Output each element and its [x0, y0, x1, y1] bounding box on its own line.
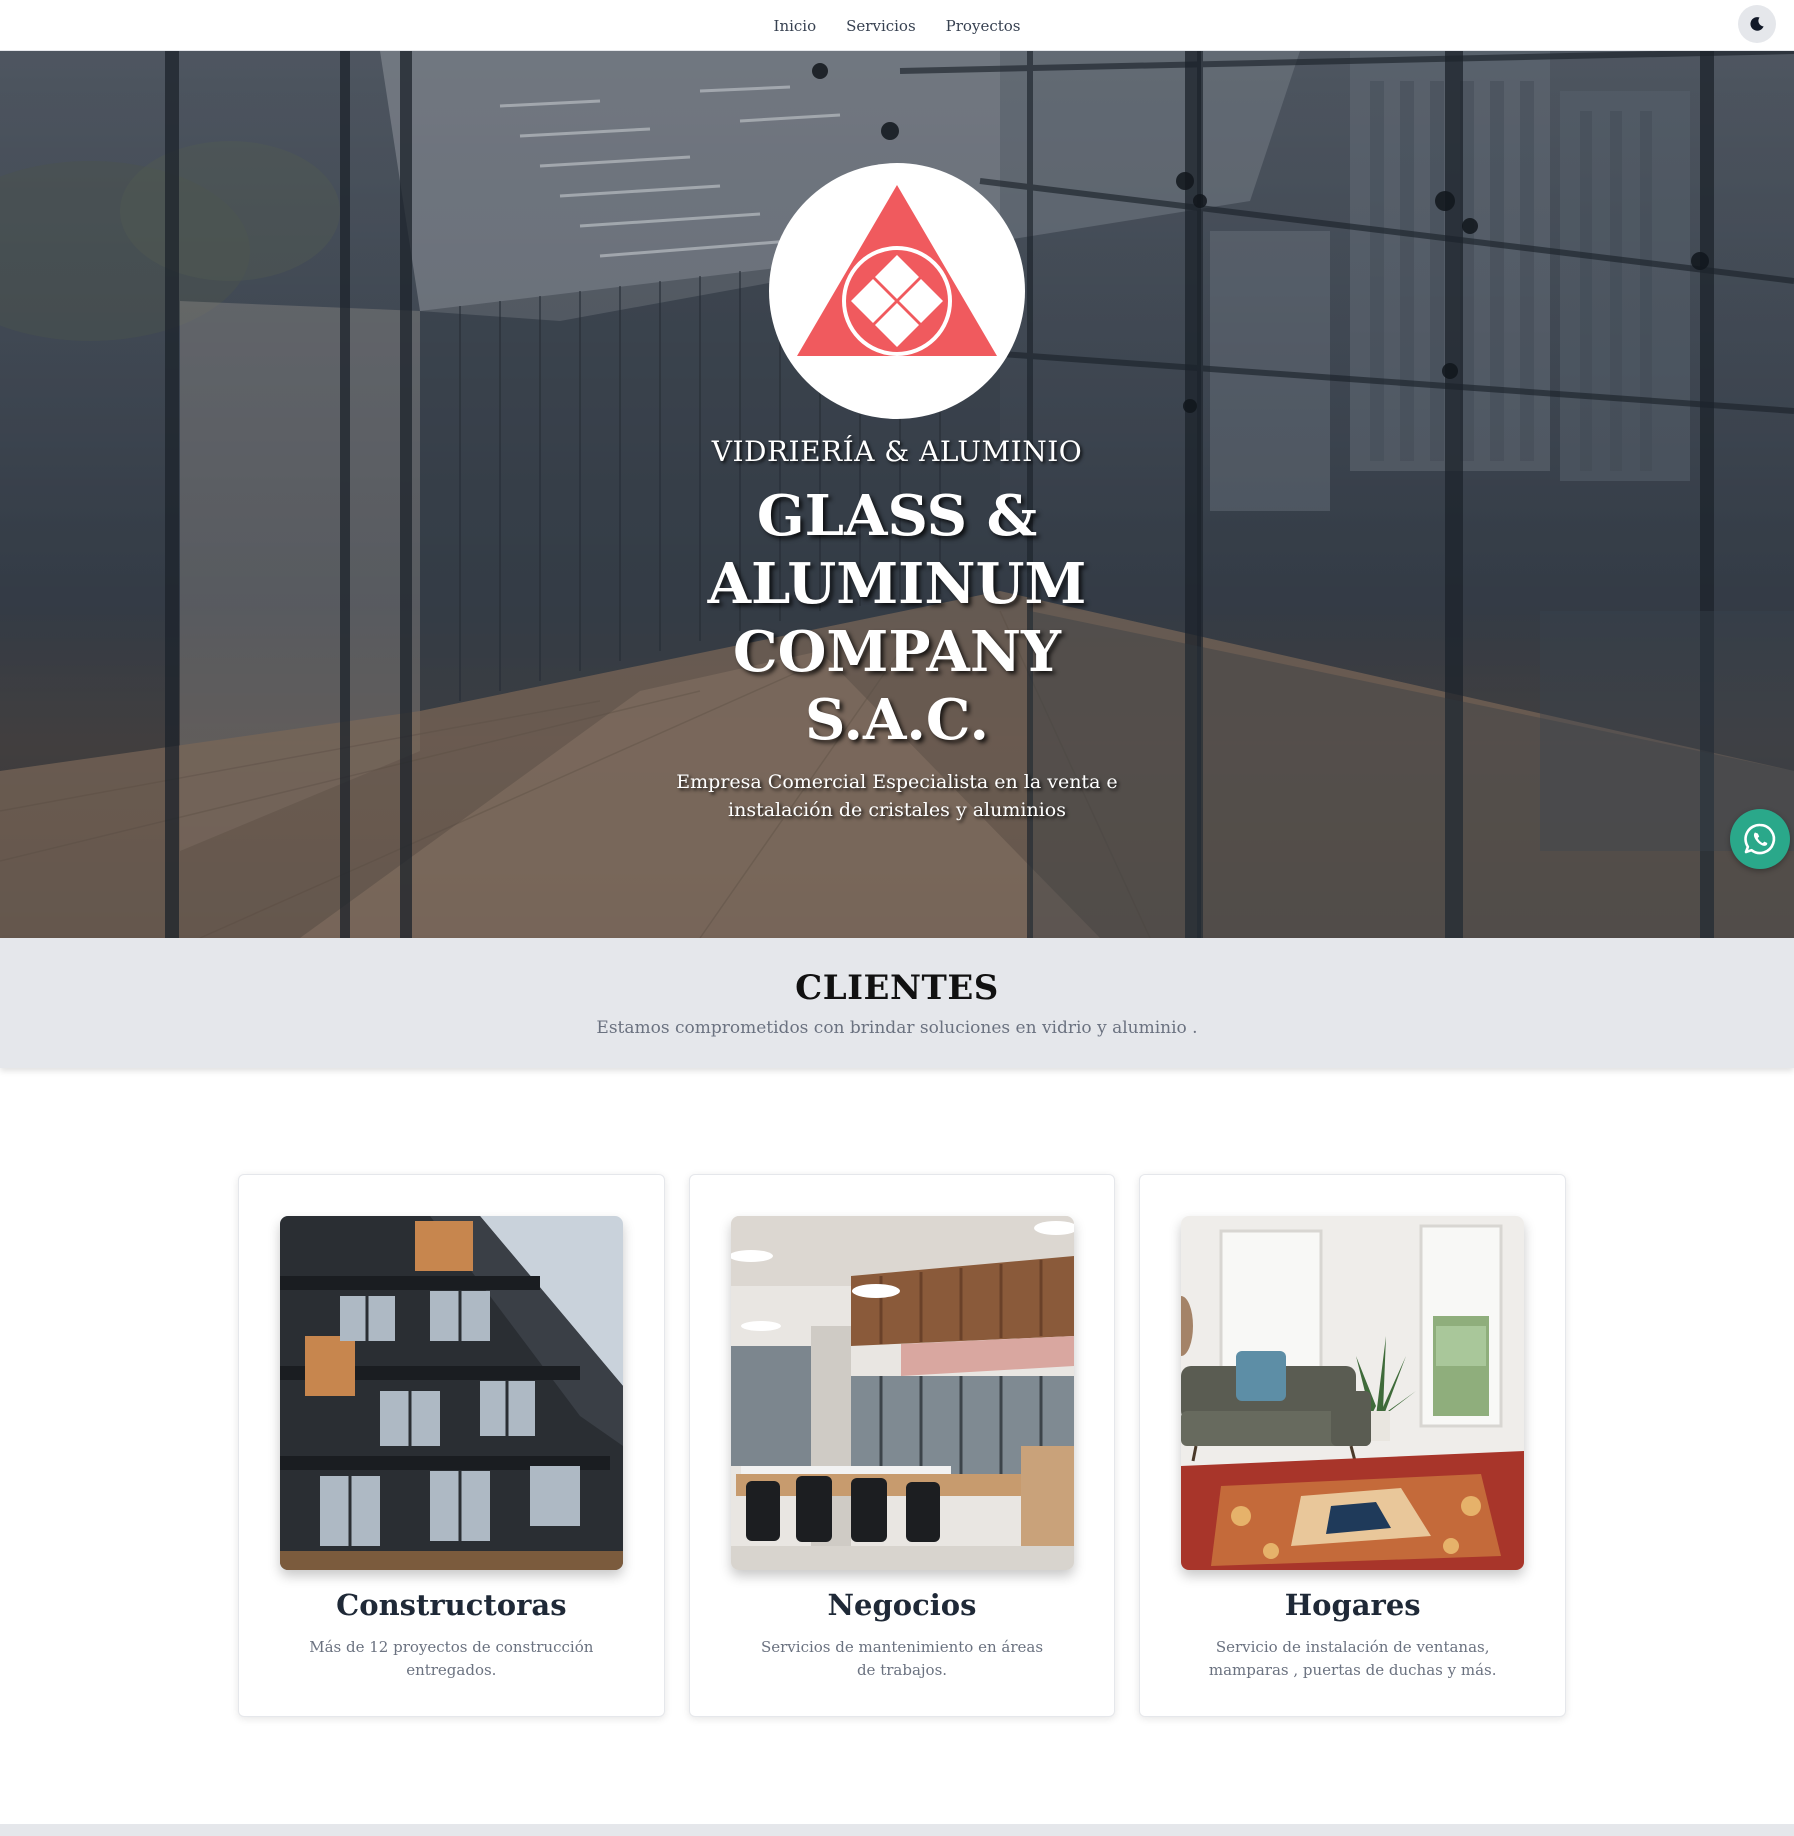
card-negocios: Negocios Servicios de mantenimiento en á… — [688, 1174, 1116, 1717]
clientes-section: CLIENTES Estamos comprometidos con brind… — [0, 938, 1794, 1068]
hero-kicker: VIDRIERÍA & ALUMINIO — [711, 435, 1083, 468]
clientes-subtitle: Estamos comprometidos con brindar soluci… — [596, 1018, 1198, 1038]
card-title: Hogares — [1284, 1588, 1421, 1622]
living-room-image — [1181, 1216, 1525, 1570]
card-hogares: Hogares Servicio de instalación de venta… — [1139, 1174, 1567, 1717]
card-title: Negocios — [827, 1588, 977, 1622]
hero-content: VIDRIERÍA & ALUMINIO GLASS & ALUMINUM CO… — [0, 163, 1794, 824]
card-title: Constructoras — [336, 1588, 567, 1622]
card-description: Servicio de instalación de ventanas, mam… — [1208, 1638, 1497, 1679]
whatsapp-button[interactable] — [1730, 809, 1790, 869]
card-description: Más de 12 proyectos de construcción entr… — [309, 1638, 594, 1679]
logo-badge — [769, 163, 1025, 419]
clientes-title: CLIENTES — [795, 968, 999, 1008]
hero-subtitle: Empresa Comercial Especialista en la ven… — [676, 771, 1118, 821]
triangle-diamond-logo-icon — [797, 185, 997, 356]
top-navbar: Inicio Servicios Proyectos — [0, 0, 1794, 51]
whatsapp-icon — [1744, 823, 1776, 855]
nav-links: Inicio Servicios Proyectos — [0, 0, 1794, 51]
card-description: Servicios de mantenimiento en áreas de t… — [760, 1638, 1044, 1679]
card-constructoras: Constructoras Más de 12 proyectos de con… — [238, 1174, 665, 1717]
nav-link-servicios[interactable]: Servicios — [846, 17, 916, 35]
theme-toggle-button[interactable] — [1738, 5, 1776, 43]
hero-title: GLASS & ALUMINUM COMPANY S.A.C. — [707, 483, 1087, 753]
footer-strip — [0, 1824, 1794, 1836]
client-cards: Constructoras Más de 12 proyectos de con… — [238, 1174, 1567, 1717]
nav-link-inicio[interactable]: Inicio — [774, 17, 817, 35]
nav-link-proyectos[interactable]: Proyectos — [946, 17, 1021, 35]
building-facade-image — [279, 1216, 623, 1570]
moon-icon — [1750, 17, 1764, 31]
hero-section: VIDRIERÍA & ALUMINIO GLASS & ALUMINUM CO… — [0, 51, 1794, 938]
office-interior-image — [730, 1216, 1074, 1570]
